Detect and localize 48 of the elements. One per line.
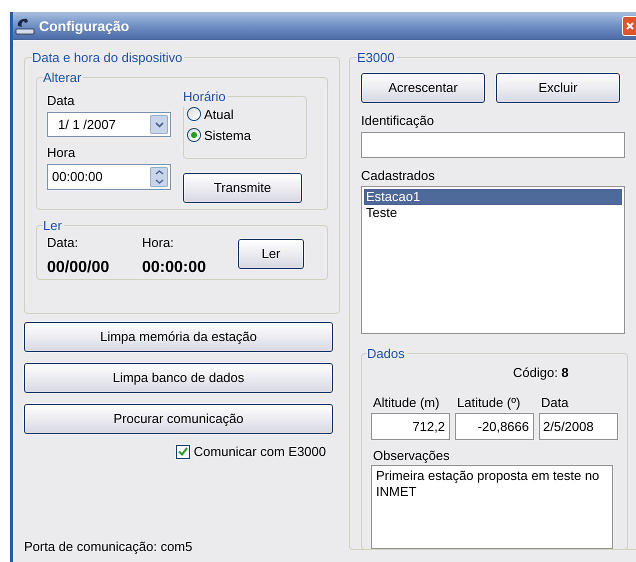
action-button[interactable]: Procurar comunicação [24,404,333,434]
action-button[interactable]: Limpa banco de dados [24,363,333,393]
latitude-field[interactable]: -20,8666 [455,412,534,440]
date-field[interactable]: 2/5/2008 [539,412,618,440]
close-icon [626,22,634,30]
field-label: Data [541,394,570,410]
field-label: Latitude (º) [457,394,522,410]
field-label: Hora [47,145,76,160]
close-button[interactable] [622,16,636,36]
group-title: Data e hora do dispositivo [32,49,184,67]
field-label: Observações [373,448,451,462]
add-button[interactable]: Acrescentar [361,72,485,102]
altitude-field[interactable]: 712,2 [371,412,450,440]
identification-field[interactable] [361,132,625,158]
time-field[interactable]: 00:00:00 [47,164,171,190]
date-picker[interactable]: 1/ 1 /2007 [47,112,171,137]
radio-button[interactable] [187,128,201,142]
field-label: Altitude (m) [373,394,440,410]
group-title: Alterar [43,68,82,86]
field-label: Hora: [142,235,175,250]
notes-field[interactable]: Primeira estação proposta em teste no INMET [371,464,613,548]
field-label: Identificação [361,112,435,128]
date-value: 00/00/00 [47,258,110,278]
delete-button[interactable]: Excluir [496,72,620,102]
group-title: E3000 [357,49,396,67]
radio-label: Sistema [204,128,251,142]
station-list[interactable]: Estacao1 Teste [361,186,625,334]
telephone-icon [15,17,35,35]
transmit-button[interactable]: Transmite [183,173,302,203]
read-button[interactable]: Ler [238,239,304,269]
radio-button[interactable] [187,107,201,121]
action-button[interactable]: Limpa memória da estação [24,322,333,352]
list-item[interactable]: Teste [364,204,622,220]
list-item[interactable]: Estacao1 [364,188,622,204]
group-title: Ler [43,216,63,234]
radio-label: Atual [204,106,234,122]
checkbox-label: Comunicar com E3000 [194,444,326,459]
spinner-icon[interactable] [150,167,168,187]
checkbox[interactable] [176,444,190,458]
group-title: Dados [367,344,406,362]
field-label: Data [47,93,76,108]
field-label: Cadastrados [361,168,436,182]
time-value: 00:00:00 [142,258,208,278]
field-label: Data: [47,235,80,250]
group-title: Horário [183,88,227,106]
code-text: Código: 8 [513,364,570,382]
status-text: Porta de comunicação: com5 [24,539,194,554]
window-title: Configuração [39,16,130,36]
